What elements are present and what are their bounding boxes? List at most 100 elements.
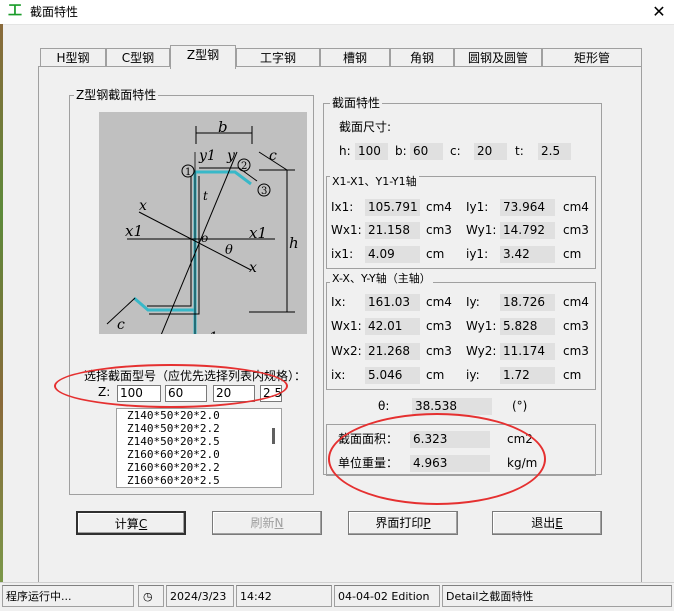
wx2-value: 21.268 [365,343,420,360]
status-running: 程序运行中... [2,585,134,607]
label-o: o [201,231,208,245]
list-item[interactable]: Z160*60*20*2.5 [117,474,281,487]
label-t: t [203,189,208,203]
calc-button[interactable]: 计算C [76,511,186,535]
section-properties-title: 截面特性 [330,96,383,110]
list-item[interactable]: Z160*60*20*2.0 [117,448,281,461]
wx1-main-unit: cm3 [426,319,452,333]
z-section-diagram: b h c c x x1 x1 x y1 y y y1 o θ t 1 [99,112,307,354]
wx1-label: Wx1: [331,223,362,237]
ix1-unit: cm4 [426,200,452,214]
wy1-main-label: Wy1: [466,319,497,333]
tab-rect-tube[interactable]: 矩形管 [542,48,642,67]
title-bar [0,0,674,25]
ix-value: 161.03 [365,294,420,311]
exit-button-label: 退出 [531,516,556,530]
wy1-main-value: 5.828 [500,318,555,335]
ix-label: Ix: [331,295,346,309]
iy1-label: Iy1: [466,200,489,214]
list-item[interactable]: Z160*60*20*2.2 [117,461,281,474]
ix1-radius-unit: cm [426,247,445,261]
dims-title: 截面尺寸: [339,120,392,134]
wy1-main-unit: cm3 [563,319,589,333]
iy1-radius-label: iy1: [466,247,489,261]
dim-h-value: 100 [355,143,388,160]
section-list[interactable]: Z140*50*20*2.0 Z140*50*20*2.2 Z140*50*20… [116,408,282,488]
wy1-label: Wy1: [466,223,497,237]
label-n3: 3 [261,186,267,197]
ix-radius-unit: cm [426,368,445,382]
wx1-main-label: Wx1: [331,319,362,333]
ix1-radius-value: 4.09 [365,246,420,263]
exit-button-key: E [555,516,563,530]
wx2-unit: cm3 [426,344,452,358]
z-section-group-title: Z型钢截面特性 [74,88,159,102]
dim-b-label: b: [395,144,407,158]
tab-z-steel[interactable]: Z型钢 [170,45,236,69]
tab-c-steel[interactable]: C型钢 [106,48,170,67]
dim-c-label: c: [450,144,461,158]
calc-button-label: 计算 [114,517,139,531]
iy1-radius-unit: cm [563,247,582,261]
z-section-drawing: b h c c x x1 x1 x y1 y y y1 o θ t 1 [106,118,299,354]
tab-round-pipe[interactable]: 圆钢及圆管 [454,48,542,67]
window-title: 截面特性 [30,5,79,19]
label-y-bottom: y [138,332,148,334]
wy1-unit: cm3 [563,223,589,237]
wx1-value: 21.158 [365,222,420,239]
label-y-top: y [226,148,236,164]
close-button[interactable]: ✕ [646,1,672,23]
label-c-bottom: c [117,317,125,333]
refresh-button[interactable]: 刷新N [212,511,322,535]
wy1-value: 14.792 [500,222,555,239]
iy1-value: 73.964 [500,199,555,216]
annotation-oval-select [54,364,288,408]
label-n1: 1 [185,167,191,178]
refresh-button-label: 刷新 [250,516,275,530]
tab-channel[interactable]: 槽钢 [320,48,390,67]
label-x-left: x [139,198,147,214]
iy-radius-unit: cm [563,368,582,382]
label-x-right: x [249,260,257,276]
list-item[interactable]: Z140*50*20*2.2 [117,422,281,435]
theta-unit: (°) [512,399,528,413]
axis2-title: X-X、Y-Y轴（主轴） [330,272,433,286]
list-scrollbar-thumb[interactable] [272,428,275,444]
tab-h-steel[interactable]: H型钢 [40,48,106,67]
label-x1-left: x1 [125,222,143,240]
print-button[interactable]: 界面打印P [348,511,458,535]
iy1-unit: cm4 [563,200,589,214]
label-y1-top: y1 [198,148,216,164]
refresh-button-key: N [274,516,284,530]
tab-i-beam[interactable]: 工字钢 [236,48,320,67]
dim-t-label: t: [515,144,524,158]
iy-radius-value: 1.72 [500,367,555,384]
label-theta: θ [225,243,233,258]
wx1-unit: cm3 [426,223,452,237]
list-item[interactable]: Z140*50*20*2.5 [117,435,281,448]
annotation-oval-results [328,413,546,505]
status-date: 2024/3/23 [166,585,234,607]
axis1-title: X1-X1、Y1-Y1轴 [330,175,419,189]
exit-button[interactable]: 退出E [492,511,602,535]
label-h: h [289,234,299,252]
label-b: b [218,118,228,136]
ix-unit: cm4 [426,295,452,309]
ix1-radius-label: ix1: [331,247,354,261]
dim-t-value: 2.5 [538,143,571,160]
dim-b-value: 60 [410,143,443,160]
theta-label: θ: [378,399,390,413]
clock-icon: ◷ [138,585,164,607]
list-item[interactable]: Z140*50*20*2.0 [117,409,281,422]
wy2-label: Wy2: [466,344,497,358]
status-edition: 04-04-02 Edition [334,585,440,607]
iy-radius-label: iy: [466,368,480,382]
ix1-label: Ix1: [331,200,354,214]
ix-radius-value: 5.046 [365,367,420,384]
app-icon: 工 [8,3,22,19]
tab-angle[interactable]: 角钢 [390,48,454,67]
iy-value: 18.726 [500,294,555,311]
dim-h-label: h: [339,144,351,158]
print-button-label: 界面打印 [375,516,424,530]
label-y1-bottom: y1 [200,330,218,334]
